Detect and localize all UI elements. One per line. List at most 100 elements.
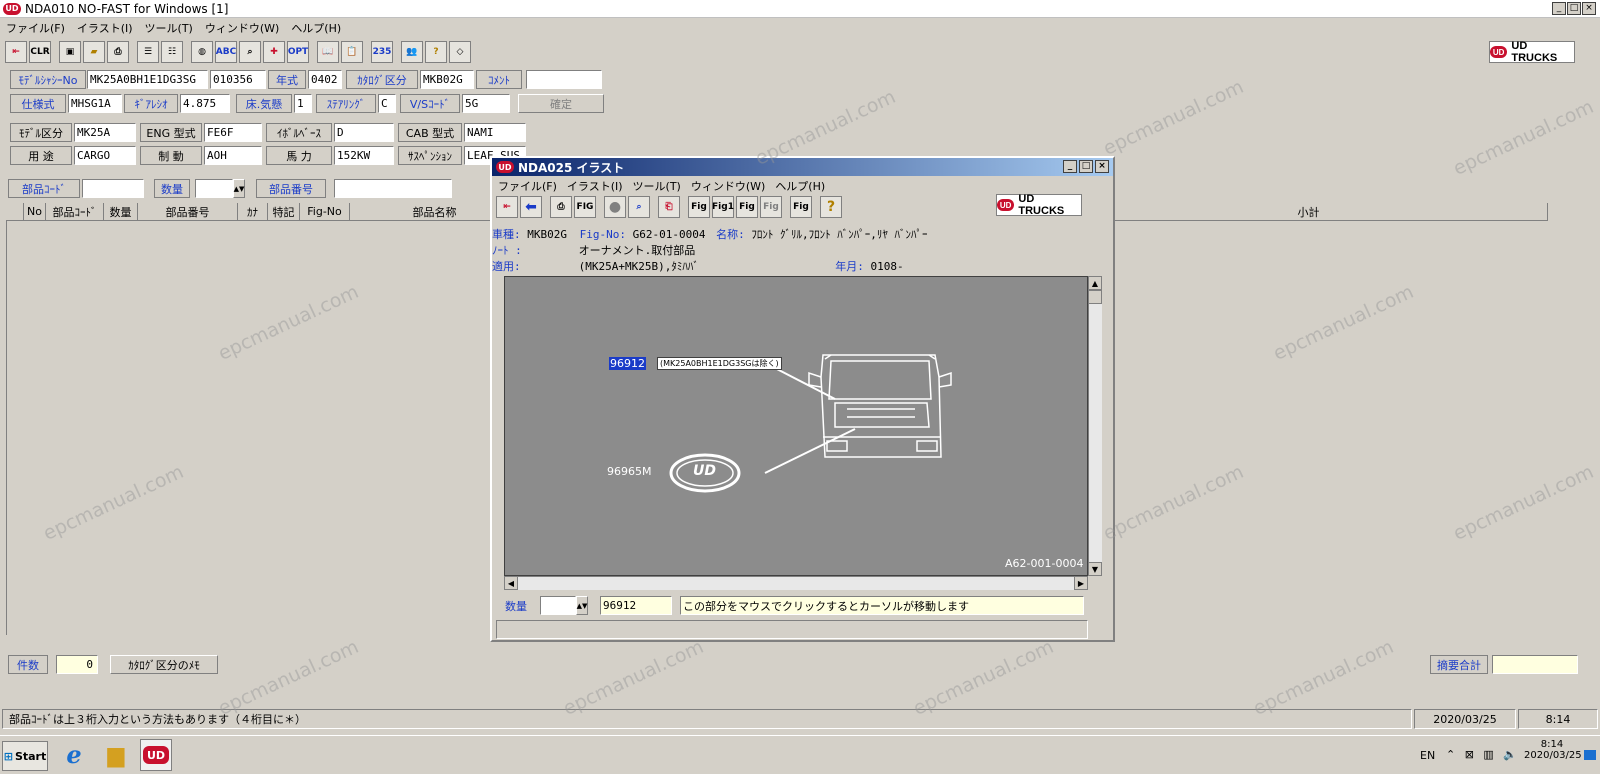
- gear-field[interactable]: 4.875: [180, 94, 230, 113]
- menu-file[interactable]: ファイル(F): [6, 20, 65, 36]
- qty-field[interactable]: [195, 179, 233, 198]
- use-label: 用 途: [10, 146, 72, 165]
- print-icon[interactable]: ⎙: [107, 41, 129, 63]
- help-icon[interactable]: ?: [425, 41, 447, 63]
- people-icon[interactable]: 👥: [401, 41, 423, 63]
- name-label: 名称:: [716, 228, 745, 241]
- scroll-down-arrow[interactable]: ▼: [1088, 562, 1102, 576]
- child-menu-help[interactable]: ヘルプ(H): [775, 178, 825, 194]
- tray-icons[interactable]: ⌃ ⊠ ▥ 🔈: [1446, 748, 1520, 761]
- brake-field[interactable]: AOH: [204, 146, 262, 165]
- catalog-field[interactable]: MKB02G: [420, 70, 474, 89]
- language-indicator[interactable]: EN: [1420, 749, 1435, 762]
- child-menu-illust[interactable]: イラスト(I): [567, 178, 623, 194]
- child-menu-window[interactable]: ウィンドウ(W): [691, 178, 765, 194]
- ud-emblem: UD: [693, 463, 716, 479]
- zoom-icon[interactable]: ⌕: [628, 196, 650, 218]
- note-label: ﾉｰﾄ :: [492, 244, 522, 257]
- folder-icon[interactable]: ▆: [100, 739, 132, 771]
- child-minimize-button[interactable]: _: [1063, 160, 1077, 173]
- cab-field[interactable]: NAMI: [464, 123, 526, 142]
- figno-value: G62-01-0004: [632, 228, 706, 241]
- header-special: 特記: [268, 203, 300, 220]
- menu-window[interactable]: ウィンドウ(W): [205, 20, 279, 36]
- clipboard-icon[interactable]: 📋: [341, 41, 363, 63]
- qty-stepper[interactable]: ▲▼: [233, 179, 245, 198]
- fig-last-button[interactable]: Fig: [760, 196, 782, 218]
- callout-96912[interactable]: 96912: [609, 357, 646, 370]
- child-qty-field[interactable]: [540, 596, 576, 615]
- use-field[interactable]: CARGO: [74, 146, 136, 165]
- child-exit-icon[interactable]: ⇤: [496, 196, 518, 218]
- scroll-up-arrow[interactable]: ▲: [1088, 276, 1102, 290]
- tray-clock[interactable]: 8:14 2020/03/25: [1524, 739, 1582, 761]
- power-field[interactable]: 152KW: [334, 146, 394, 165]
- opt-button[interactable]: OPT: [287, 41, 309, 63]
- ud-app-taskbar-icon[interactable]: UD: [140, 739, 172, 771]
- book-icon[interactable]: 📖: [317, 41, 339, 63]
- search-icon[interactable]: ⌕: [239, 41, 261, 63]
- child-partno-field[interactable]: 96912: [600, 596, 672, 615]
- floor-field[interactable]: 1: [294, 94, 312, 113]
- number-button[interactable]: 235: [371, 41, 393, 63]
- show-desktop-icon[interactable]: [1584, 750, 1596, 760]
- catalog-memo-button[interactable]: ｶﾀﾛｸﾞ区分のﾒﾓ: [110, 655, 218, 674]
- menu-help[interactable]: ヘルプ(H): [291, 20, 341, 36]
- back-arrow-icon[interactable]: ⬅: [520, 196, 542, 218]
- model-field[interactable]: MK25A: [74, 123, 136, 142]
- save-icon[interactable]: ▣: [59, 41, 81, 63]
- comment-field[interactable]: [526, 70, 602, 89]
- year-field[interactable]: 0402: [308, 70, 342, 89]
- serial-field[interactable]: 010356: [210, 70, 266, 89]
- scroll-thumb[interactable]: [1088, 290, 1102, 304]
- child-qty-stepper[interactable]: ▲▼: [576, 596, 588, 615]
- child-brand-logo: UD UD TRUCKS: [996, 193, 1082, 217]
- year-label: 年式: [268, 70, 306, 89]
- child-print-icon[interactable]: ⎙: [550, 196, 572, 218]
- list-icon[interactable]: ☰: [137, 41, 159, 63]
- close-button[interactable]: ×: [1582, 2, 1596, 15]
- scroll-left-arrow[interactable]: ◀: [504, 576, 518, 590]
- scroll-right-arrow[interactable]: ▶: [1074, 576, 1088, 590]
- yearmonth-value: 0108-: [870, 260, 904, 273]
- child-menu-tool[interactable]: ツール(T): [633, 178, 681, 194]
- exit-icon[interactable]: ⇤: [5, 41, 27, 63]
- spec-field[interactable]: MHSG1A: [68, 94, 122, 113]
- eng-field[interactable]: FE6F: [204, 123, 262, 142]
- vs-code-field[interactable]: 5G: [462, 94, 510, 113]
- model-chassis-field[interactable]: MK25A0BH1E1DG3SG: [87, 70, 208, 89]
- illustration-vscroll[interactable]: ▲ ▼: [1088, 276, 1102, 576]
- circle-icon[interactable]: ●: [604, 196, 626, 218]
- wheelbase-field[interactable]: D: [334, 123, 394, 142]
- partcode-field[interactable]: [82, 179, 144, 198]
- eraser-icon[interactable]: ◇: [449, 41, 471, 63]
- minimize-button[interactable]: _: [1552, 2, 1566, 15]
- plus-icon[interactable]: ✚: [263, 41, 285, 63]
- fig-next-button[interactable]: Fig: [736, 196, 758, 218]
- child-help-icon[interactable]: ?: [820, 196, 842, 218]
- start-button[interactable]: ⊞ Start: [2, 741, 48, 771]
- child-menu-file[interactable]: ファイル(F): [498, 178, 557, 194]
- partno-field[interactable]: [334, 179, 452, 198]
- menu-illust[interactable]: イラスト(I): [77, 20, 133, 36]
- fig-search-button[interactable]: Fig: [790, 196, 812, 218]
- list2-icon[interactable]: ☷: [161, 41, 183, 63]
- child-close-button[interactable]: ×: [1095, 160, 1109, 173]
- illustration-hscroll[interactable]: ◀ ▶: [504, 576, 1088, 590]
- ie-icon[interactable]: ℯ: [58, 739, 90, 771]
- child-maximize-button[interactable]: □: [1079, 160, 1093, 173]
- steering-field[interactable]: C: [378, 94, 396, 113]
- sphere-icon[interactable]: ◍: [191, 41, 213, 63]
- clear-button[interactable]: CLR: [29, 41, 51, 63]
- fig-button[interactable]: FIG: [574, 196, 596, 218]
- illustration-canvas[interactable]: 96912 (MK25A0BH1E1DG3SGは除く) 96965M UD A6…: [504, 276, 1088, 576]
- page-icon[interactable]: ⎗: [658, 196, 680, 218]
- callout-96965m[interactable]: 96965M: [607, 465, 651, 478]
- maximize-button[interactable]: □: [1567, 2, 1581, 15]
- fig-prev-button[interactable]: Fig: [688, 196, 710, 218]
- menu-tool[interactable]: ツール(T): [145, 20, 193, 36]
- abc-button[interactable]: ABC: [215, 41, 237, 63]
- confirm-button[interactable]: 確定: [518, 94, 604, 113]
- open-icon[interactable]: ▰: [83, 41, 105, 63]
- fig1-button[interactable]: Fig1: [712, 196, 734, 218]
